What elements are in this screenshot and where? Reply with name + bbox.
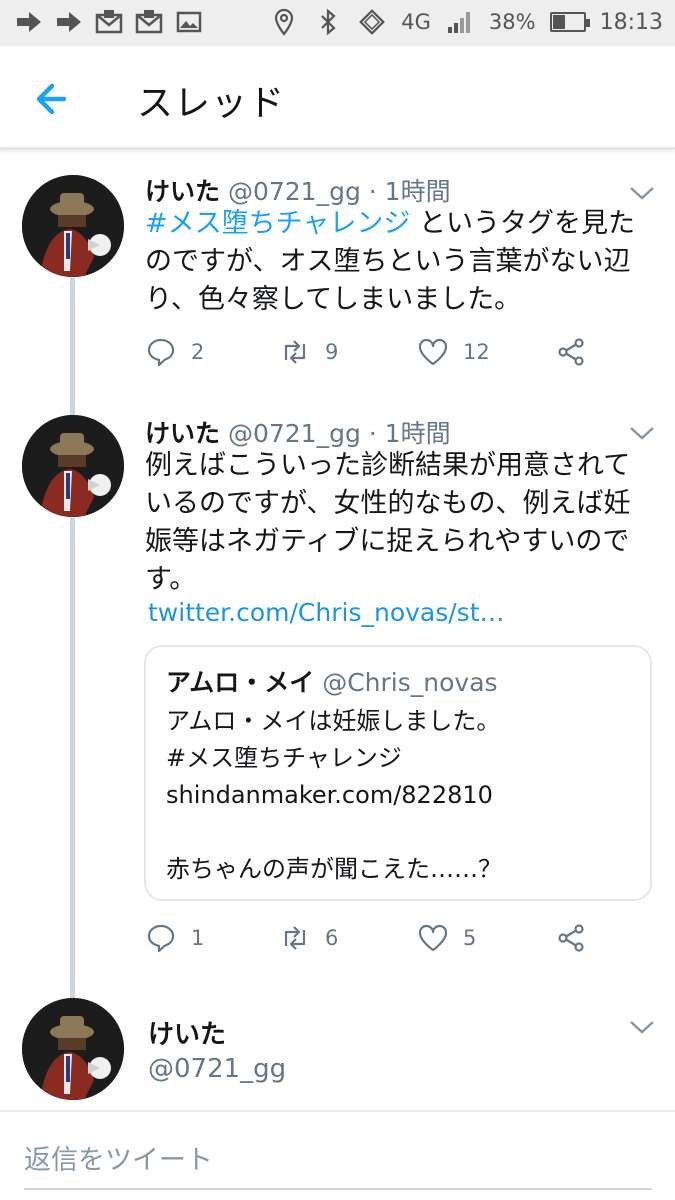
clock: 18:13 [599, 9, 663, 35]
status-bar: 4G 38% 18:13 [0, 0, 675, 46]
like-count: 12 [463, 340, 490, 364]
battery-percent: 38% [488, 10, 536, 34]
retweet-count: 9 [325, 340, 339, 364]
retweet-button[interactable]: 6 [279, 922, 338, 954]
share-button[interactable] [555, 336, 587, 368]
quoted-line: 赤ちゃんの声が聞こえた……？ [166, 855, 502, 883]
rotation-icon [359, 9, 386, 35]
tweet-text: 例えばこういった診断結果が用意されているのですが、女性的なもの、例えば妊娠等はネ… [145, 450, 631, 595]
quoted-tweet-header: アムロ・メイ @Chris_novas [166, 663, 498, 699]
like-count: 5 [463, 926, 477, 950]
tweet-actions: 1 6 5 [145, 922, 615, 962]
mail-icon [95, 10, 123, 34]
reply-button[interactable]: 2 [145, 336, 204, 368]
chevron-down-icon[interactable] [628, 1018, 656, 1036]
reply-icon [147, 338, 175, 367]
bluetooth-icon [321, 8, 336, 36]
chevron-down-icon[interactable] [628, 424, 656, 442]
avatar[interactable] [22, 415, 124, 517]
mail-icon [135, 10, 163, 34]
thread-line [70, 518, 75, 998]
tweet-header: けいた @0721_gg · 1時間 [145, 172, 451, 208]
heart-icon [418, 924, 448, 952]
app-bar: スレッド [0, 46, 675, 150]
author-name[interactable]: けいた [145, 419, 220, 448]
forward-arrow-icon [17, 12, 41, 32]
share-icon [558, 338, 584, 366]
quoted-line: アムロ・メイは妊娠しました。 [166, 707, 501, 735]
retweet-button[interactable]: 9 [279, 336, 338, 368]
reply-count: 1 [191, 926, 205, 950]
reply-author-handle: @0721_gg [148, 1054, 287, 1084]
quoted-author-handle: @Chris_novas [322, 668, 498, 697]
quoted-tweet-text: アムロ・メイは妊娠しました。 #メス堕ちチャレンジ shindanmaker.c… [166, 703, 636, 888]
quoted-tweet[interactable]: アムロ・メイ @Chris_novas アムロ・メイは妊娠しました。 #メス堕ち… [144, 645, 652, 901]
hashtag-link[interactable]: #メス堕ちチャレンジ [145, 208, 410, 239]
retweet-icon [284, 926, 306, 950]
image-icon [176, 11, 202, 33]
notification-icons [14, 7, 204, 37]
reply-author-name[interactable]: けいた [148, 1014, 226, 1051]
battery-icon [549, 12, 590, 32]
reply-icon [147, 924, 175, 953]
system-icons: 4G 38% 18:13 [269, 7, 663, 37]
author-handle-time: @0721_gg · 1時間 [227, 177, 451, 206]
heart-icon [418, 338, 448, 366]
share-button[interactable] [555, 922, 587, 954]
retweet-icon [284, 340, 306, 364]
quoted-author-name: アムロ・メイ [166, 668, 315, 697]
location-icon [275, 8, 294, 36]
chevron-down-icon[interactable] [628, 184, 656, 202]
quoted-hashtag: #メス堕ちチャレンジ [166, 744, 402, 772]
forward-arrow-icon [57, 12, 81, 32]
quoted-url: shindanmaker.com/822810 [166, 781, 493, 809]
battery-level [552, 15, 565, 29]
signal-icon [447, 12, 470, 33]
retweet-count: 6 [325, 926, 339, 950]
like-button[interactable]: 12 [417, 336, 490, 368]
thread-line [70, 278, 75, 416]
avatar[interactable] [22, 175, 124, 277]
back-arrow-icon[interactable] [28, 76, 84, 122]
reply-input[interactable] [24, 1132, 652, 1190]
author-name[interactable]: けいた [145, 177, 220, 206]
tweet-header: けいた @0721_gg · 1時間 [145, 414, 451, 450]
avatar[interactable] [22, 998, 124, 1100]
share-icon [558, 924, 584, 952]
tweet-text: #メス堕ちチャレンジ というタグを見たのですが、オス堕ちという言葉がない辺り、色… [145, 205, 655, 319]
author-handle-time: @0721_gg · 1時間 [227, 419, 451, 448]
reply-button[interactable]: 1 [145, 922, 204, 954]
network-type: 4G [401, 10, 431, 34]
reply-count: 2 [191, 340, 205, 364]
tweet-link[interactable]: twitter.com/Chris_novas/st… [148, 598, 505, 627]
divider [0, 1110, 675, 1112]
tweet-actions: 2 9 12 [145, 336, 615, 376]
page-title: スレッド [137, 83, 286, 124]
like-button[interactable]: 5 [417, 922, 476, 954]
